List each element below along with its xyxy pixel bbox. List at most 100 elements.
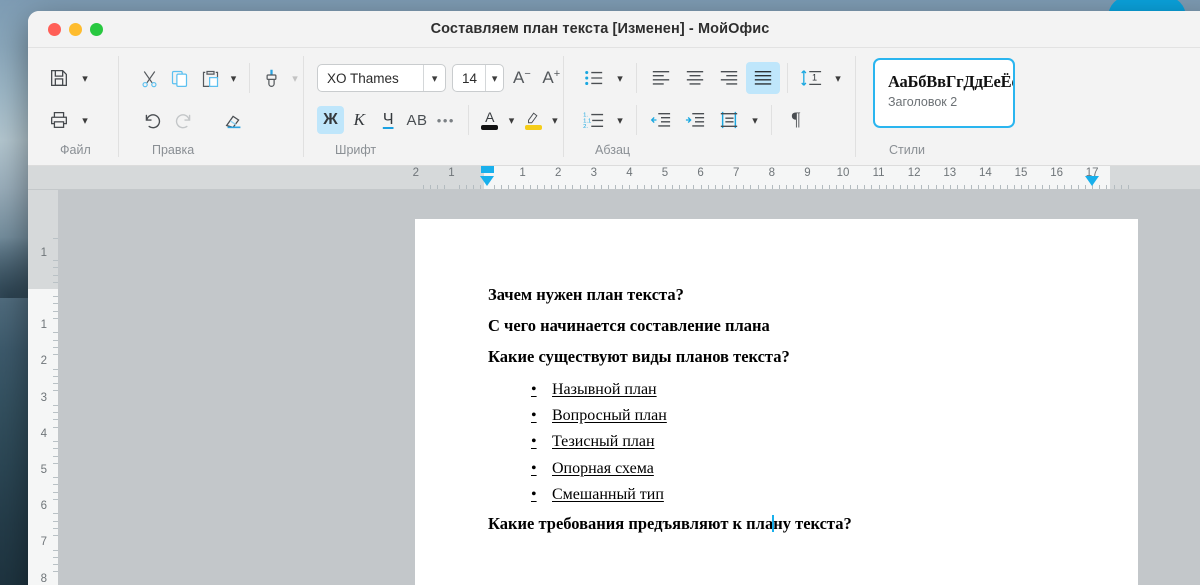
- align-justify-button[interactable]: [746, 62, 780, 94]
- more-font-options-button[interactable]: •••: [432, 106, 459, 134]
- format-painter-button[interactable]: [256, 62, 286, 94]
- font-size-chevron-down-icon[interactable]: ▾: [485, 65, 503, 91]
- ruler-number: 4: [626, 167, 633, 179]
- numbered-list-chevron-down-icon[interactable]: ▾: [611, 105, 629, 135]
- redo-button[interactable]: [168, 104, 202, 136]
- line-spacing-chevron-down-icon[interactable]: ▾: [829, 63, 847, 93]
- ruler-tick: [835, 185, 837, 189]
- list-item[interactable]: • Опорная схема: [528, 457, 1138, 481]
- save-dropdown-chevron-down-icon[interactable]: ▾: [76, 63, 94, 93]
- heading-4[interactable]: Какие требования предъявляют к плану тек…: [488, 514, 1138, 534]
- ruler-tick: [907, 185, 909, 189]
- line-spacing-button[interactable]: 1: [795, 62, 829, 94]
- vertical-ruler-tick: [53, 571, 58, 573]
- align-right-button[interactable]: [712, 62, 746, 94]
- print-button[interactable]: [42, 104, 76, 136]
- vertical-ruler-tick: [53, 448, 58, 450]
- highlight-color-button[interactable]: [522, 105, 545, 135]
- ruler-tick: [600, 185, 602, 189]
- paste-button[interactable]: [195, 62, 225, 94]
- list-item[interactable]: • Тезисный план: [528, 430, 1138, 454]
- ruler-tick: [1028, 185, 1030, 189]
- ruler-tick: [679, 185, 681, 189]
- horizontal-ruler[interactable]: 2 1 1 2 3 4 5 6 7 8 9 10 11 12 13 14 15 16 17: [28, 166, 1200, 190]
- bulleted-list-chevron-down-icon[interactable]: ▾: [611, 63, 629, 93]
- list-item[interactable]: • Вопросный план: [528, 404, 1138, 428]
- document-page[interactable]: Зачем нужен план текста? С чего начинает…: [415, 219, 1138, 585]
- vertical-ruler-tick: [53, 455, 58, 457]
- vertical-ruler-tick: [53, 332, 58, 334]
- font-size-select[interactable]: 14 ▾: [452, 64, 505, 92]
- undo-button[interactable]: [134, 104, 168, 136]
- vertical-ruler-tick: [53, 375, 58, 377]
- bullet-glyph: •: [531, 433, 537, 451]
- ruler-tick: [672, 185, 674, 189]
- left-indent-marker[interactable]: [480, 176, 494, 186]
- ruler-tick: [850, 185, 852, 189]
- para-separator-1: [636, 63, 637, 93]
- ruler-tick: [935, 185, 937, 189]
- vertical-ruler-tick: [53, 549, 58, 551]
- increase-indent-button[interactable]: [678, 104, 712, 136]
- font-color-button[interactable]: A: [478, 105, 501, 135]
- increase-font-size-button[interactable]: A +: [540, 63, 563, 93]
- bold-button[interactable]: Ж: [317, 106, 344, 134]
- ruler-tick: [714, 185, 716, 189]
- show-formatting-marks-button[interactable]: ¶: [779, 104, 813, 136]
- paste-dropdown-chevron-down-icon[interactable]: ▾: [225, 63, 241, 93]
- style-card-heading-2[interactable]: АаБбВвГгДдЕеЁёЖж Заголовок 2: [873, 58, 1015, 128]
- font-family-chevron-down-icon[interactable]: ▾: [423, 65, 445, 91]
- pilcrow-icon: ¶: [791, 109, 801, 130]
- bullet-glyph: •: [531, 381, 537, 398]
- copy-button[interactable]: [164, 62, 194, 94]
- right-indent-marker[interactable]: [1085, 176, 1100, 186]
- format-painter-dropdown-chevron-down-icon[interactable]: ▾: [287, 63, 303, 93]
- ruler-tick: [622, 185, 624, 189]
- ruler-tick: [828, 185, 830, 189]
- align-left-button[interactable]: [644, 62, 678, 94]
- ruler-number: 1: [519, 167, 526, 179]
- ruler-tick: [1077, 185, 1079, 189]
- paragraph-spacing-chevron-down-icon[interactable]: ▾: [746, 105, 764, 135]
- bulleted-list-button[interactable]: [577, 62, 611, 94]
- italic-button[interactable]: К: [346, 106, 373, 134]
- vertical-ruler-tick: [53, 441, 58, 443]
- save-button[interactable]: [42, 62, 76, 94]
- ruler-tick: [579, 185, 581, 189]
- vertical-ruler-tick: [53, 267, 58, 269]
- ruler-tick: [928, 185, 930, 189]
- font-color-chevron-down-icon[interactable]: ▾: [503, 105, 519, 135]
- print-dropdown-chevron-down-icon[interactable]: ▾: [76, 105, 94, 135]
- underline-button[interactable]: Ч: [375, 106, 402, 134]
- numbered-list-button[interactable]: 1. 1.1 2.: [577, 104, 611, 136]
- vertical-ruler[interactable]: 1123456789: [28, 190, 58, 585]
- vertical-ruler-tick: [53, 419, 58, 421]
- vertical-ruler-tick: [53, 296, 58, 298]
- vertical-ruler-tick: [53, 238, 58, 240]
- vertical-ruler-number: 4: [40, 427, 47, 440]
- ruler-tick: [444, 185, 446, 189]
- ruler-tick: [1120, 185, 1122, 189]
- clear-formatting-button[interactable]: [217, 104, 251, 136]
- decrease-font-size-button[interactable]: A −: [510, 63, 533, 93]
- ruler-tick: [757, 185, 759, 189]
- highlight-color-chevron-down-icon[interactable]: ▾: [547, 105, 563, 135]
- list-item[interactable]: • Назывной план: [528, 378, 1138, 402]
- ruler-tick: [515, 185, 517, 189]
- first-line-indent-marker[interactable]: [481, 166, 494, 173]
- font-size-value: 14: [462, 70, 478, 86]
- font-family-select[interactable]: XO Thames ▾: [317, 64, 447, 92]
- paragraph-spacing-button[interactable]: [712, 104, 746, 136]
- ruler-tick: [885, 185, 887, 189]
- change-case-button[interactable]: AB: [404, 106, 431, 134]
- vertical-ruler-tick: [53, 527, 58, 529]
- ruler-tick: [501, 185, 503, 189]
- align-center-button[interactable]: [678, 62, 712, 94]
- document-content[interactable]: Зачем нужен план текста? С чего начинает…: [415, 219, 1138, 534]
- list-item[interactable]: • Смешанный тип: [528, 483, 1138, 507]
- ruler-tick: [565, 185, 567, 189]
- ruler-tick: [1042, 185, 1044, 189]
- vertical-ruler-tick: [53, 260, 58, 262]
- cut-button[interactable]: [134, 62, 164, 94]
- decrease-indent-button[interactable]: [644, 104, 678, 136]
